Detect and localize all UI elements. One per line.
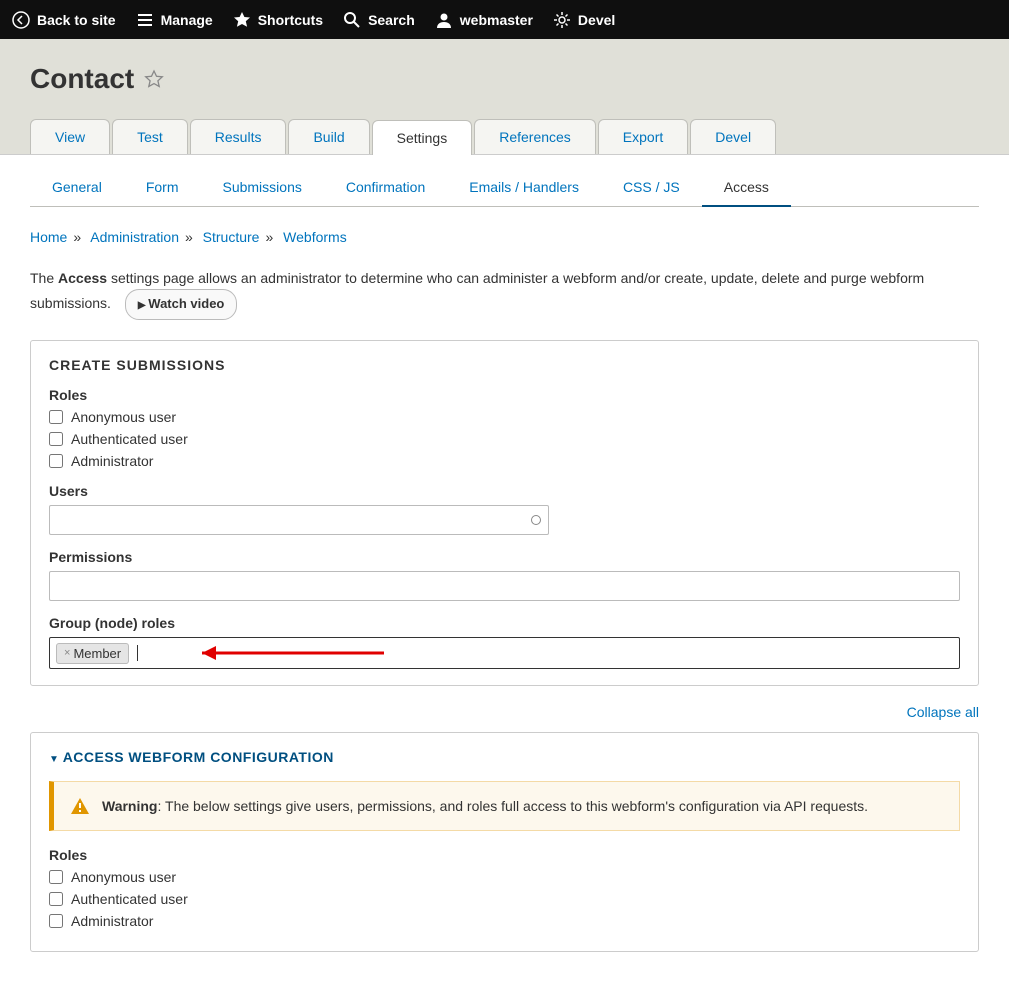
tag-remove-icon[interactable]: ×	[64, 647, 70, 659]
tab-references[interactable]: References	[474, 119, 596, 154]
collapse-all-wrap: Collapse all	[30, 704, 979, 720]
content-region: General Form Submissions Confirmation Em…	[0, 169, 1009, 982]
subtab-form[interactable]: Form	[124, 169, 201, 206]
search-button[interactable]: Search	[343, 11, 415, 29]
role2-anonymous-checkbox[interactable]	[49, 870, 63, 884]
tab-export[interactable]: Export	[598, 119, 688, 154]
shortcuts-label: Shortcuts	[258, 12, 323, 28]
breadcrumb-home[interactable]: Home	[30, 229, 67, 245]
role2-administrator-checkbox[interactable]	[49, 914, 63, 928]
secondary-tabs: General Form Submissions Confirmation Em…	[30, 169, 979, 207]
breadcrumb-webforms[interactable]: Webforms	[283, 229, 347, 245]
role-administrator-checkbox[interactable]	[49, 454, 63, 468]
group-roles-label: Group (node) roles	[49, 615, 960, 631]
tab-view[interactable]: View	[30, 119, 110, 154]
users-label: Users	[49, 483, 960, 499]
search-icon	[343, 11, 361, 29]
warning-message: Warning: The below settings give users, …	[49, 781, 960, 831]
create-submissions-section: CREATE SUBMISSIONS Roles Anonymous user …	[30, 340, 979, 686]
text-cursor	[137, 645, 138, 661]
back-label: Back to site	[37, 12, 116, 28]
star-icon	[233, 11, 251, 29]
primary-tabs: View Test Results Build Settings Referen…	[30, 119, 979, 154]
subtab-access[interactable]: Access	[702, 169, 791, 206]
users-input[interactable]	[49, 505, 549, 535]
admin-toolbar: Back to site Manage Shortcuts Search web…	[0, 0, 1009, 39]
star-outline-icon[interactable]	[144, 69, 164, 89]
page-title: Contact	[30, 63, 979, 95]
role2-authenticated-label: Authenticated user	[71, 891, 188, 907]
devel-button[interactable]: Devel	[553, 11, 615, 29]
roles2-label: Roles	[49, 847, 960, 863]
role-administrator-label: Administrator	[71, 453, 153, 469]
devel-label: Devel	[578, 12, 615, 28]
roles-label: Roles	[49, 387, 960, 403]
manage-button[interactable]: Manage	[136, 11, 213, 29]
back-icon	[12, 11, 30, 29]
role2-administrator-label: Administrator	[71, 913, 153, 929]
tab-devel[interactable]: Devel	[690, 119, 776, 154]
back-to-site-button[interactable]: Back to site	[12, 11, 116, 29]
permissions-input[interactable]	[49, 571, 960, 601]
role2-anonymous-row: Anonymous user	[49, 869, 960, 885]
role2-authenticated-row: Authenticated user	[49, 891, 960, 907]
breadcrumb-admin[interactable]: Administration	[90, 229, 179, 245]
role2-anonymous-label: Anonymous user	[71, 869, 176, 885]
user-icon	[435, 11, 453, 29]
access-webform-config-section: ACCESS WEBFORM CONFIGURATION Warning: Th…	[30, 732, 979, 952]
shortcuts-button[interactable]: Shortcuts	[233, 11, 323, 29]
subtab-confirmation[interactable]: Confirmation	[324, 169, 447, 206]
role-administrator-row: Administrator	[49, 453, 960, 469]
gear-icon	[553, 11, 571, 29]
subtab-css[interactable]: CSS / JS	[601, 169, 702, 206]
collapse-all-link[interactable]: Collapse all	[907, 704, 979, 720]
role-authenticated-checkbox[interactable]	[49, 432, 63, 446]
manage-label: Manage	[161, 12, 213, 28]
permissions-label: Permissions	[49, 549, 960, 565]
tab-test[interactable]: Test	[112, 119, 188, 154]
tab-settings[interactable]: Settings	[372, 120, 473, 155]
tag-member-label: Member	[73, 646, 121, 661]
breadcrumb: Home» Administration» Structure» Webform…	[30, 229, 979, 245]
tab-build[interactable]: Build	[288, 119, 369, 154]
breadcrumb-structure[interactable]: Structure	[203, 229, 260, 245]
warning-icon	[70, 796, 90, 816]
autocomplete-icon	[531, 515, 541, 525]
tag-member[interactable]: × Member	[56, 643, 129, 664]
subtab-general[interactable]: General	[30, 169, 124, 206]
subtab-emails[interactable]: Emails / Handlers	[447, 169, 601, 206]
users-input-wrap	[49, 505, 549, 535]
role-anonymous-label: Anonymous user	[71, 409, 176, 425]
role-anonymous-row: Anonymous user	[49, 409, 960, 425]
role2-authenticated-checkbox[interactable]	[49, 892, 63, 906]
subtab-submissions[interactable]: Submissions	[200, 169, 323, 206]
watch-video-button[interactable]: Watch video	[125, 289, 238, 320]
group-roles-input[interactable]: × Member	[49, 637, 960, 669]
user-label: webmaster	[460, 12, 533, 28]
role-authenticated-label: Authenticated user	[71, 431, 188, 447]
role-anonymous-checkbox[interactable]	[49, 410, 63, 424]
create-submissions-title: CREATE SUBMISSIONS	[49, 357, 960, 373]
tab-results[interactable]: Results	[190, 119, 287, 154]
role-authenticated-row: Authenticated user	[49, 431, 960, 447]
header-region: Contact View Test Results Build Settings…	[0, 39, 1009, 155]
user-button[interactable]: webmaster	[435, 11, 533, 29]
search-label: Search	[368, 12, 415, 28]
access-webform-config-title[interactable]: ACCESS WEBFORM CONFIGURATION	[49, 749, 960, 765]
role2-administrator-row: Administrator	[49, 913, 960, 929]
page-title-text: Contact	[30, 63, 134, 95]
intro-text: The Access settings page allows an admin…	[30, 267, 979, 320]
hamburger-icon	[136, 11, 154, 29]
